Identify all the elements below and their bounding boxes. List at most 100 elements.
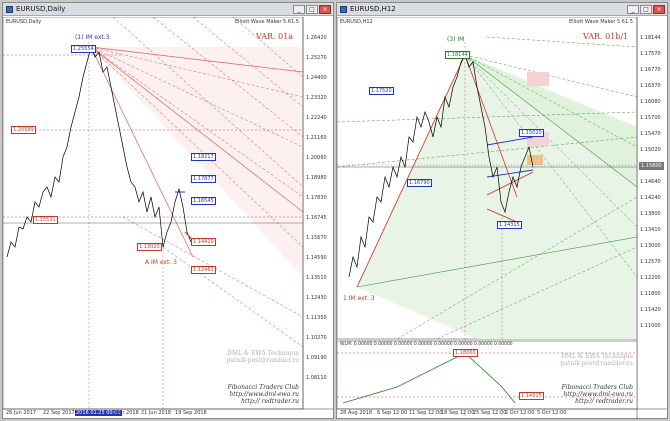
h12-wave-top-label: (3) IM [447, 36, 465, 43]
daily-window-titlebar[interactable]: EURUSD,Daily _ □ × [3, 3, 333, 16]
maximize-button[interactable]: □ [306, 5, 318, 14]
h12-y-tick: 1.16370 [640, 83, 661, 89]
daily-y-tick: 1.14590 [306, 255, 327, 261]
minimize-button[interactable]: _ [293, 5, 305, 14]
h12-y-tick: 1.12200 [640, 275, 661, 281]
daily-brand-line2: putnik-post@rambler.ru [226, 357, 299, 364]
daily-y-tick: 1.09190 [306, 355, 327, 361]
daily-x-tick: 19 Sep 2018 [175, 410, 207, 416]
h12-y-tick: 1.13410 [640, 227, 661, 233]
daily-price-box-left: 1.20599 [11, 126, 36, 134]
h12-x-tick: 11 Sep 12:00 [409, 410, 443, 416]
h12-y-tick: 1.14240 [640, 195, 661, 201]
daily-y-tick: 1.12430 [306, 295, 327, 301]
close-button[interactable]: × [319, 5, 331, 14]
h12-y-tick: 1.15470 [640, 131, 661, 137]
h12-x-tick: 6 Sep 12:00 [377, 410, 408, 416]
h12-y-tick: 1.14640 [640, 179, 661, 185]
chart-window-icon [340, 6, 347, 13]
daily-footer-text: Fibonacci Traders Club http://www.dml-ew… [193, 384, 299, 405]
daily-price-box-b1: 1.18217 [191, 153, 216, 161]
h12-x-tick: 28 Aug 2018 [340, 410, 373, 416]
daily-y-tick: 1.11350 [306, 315, 327, 321]
h12-x-tick: 2 Oct 12:00 [505, 410, 535, 416]
daily-y-tick: 1.20080 [306, 155, 327, 161]
h12-window-titlebar[interactable]: EURUSD,H12 _ □ × [337, 3, 667, 16]
h12-price-box-low: 1.14315 [497, 221, 522, 229]
h12-price-box-top: 1.18144 [445, 51, 470, 59]
daily-y-tick: 1.26420 [306, 35, 327, 41]
daily-variant-label: VAR. 01a [256, 32, 294, 41]
h12-y-tick: 1.11420 [640, 307, 661, 313]
h12-variant-label: VAR. 01b/1 [583, 32, 629, 41]
h12-y-tick: 1.15700 [640, 115, 661, 121]
daily-x-tick: 21 Jun 2018 [141, 410, 172, 416]
daily-y-tick: 1.18980 [306, 175, 327, 181]
h12-y-tick: 1.18144 [640, 35, 661, 41]
h12-chart-area[interactable]: EURUSD,H12 Elliott Wave Maker 5.61.5 VAR… [337, 17, 667, 419]
h12-brand-line1: DML & EWA Technique [561, 353, 633, 360]
daily-footer-line2: http://www.dml-ewa.ru [229, 391, 299, 398]
daily-y-tick: 1.22240 [306, 115, 327, 121]
h12-y-tick: 1.15020 [640, 147, 661, 153]
h12-y-tick: 1.12570 [640, 259, 661, 265]
daily-price-box-b5: 1.13020 [137, 243, 162, 251]
h12-x-tick: 25 Sep 12:00 [473, 410, 507, 416]
daily-indicator-label: Elliott Wave Maker 5.61.5 [235, 19, 299, 25]
h12-wave-bottom-label: 1 IM ext. 3 [343, 295, 375, 302]
h12-price-box-left2: 1.16790 [407, 179, 432, 187]
daily-y-tick: 1.16745 [306, 215, 327, 221]
h12-current-price-box: 1.15800 [639, 162, 664, 170]
daily-brand-text: DML & EWA Technique putnik-post@rambler.… [203, 350, 299, 364]
daily-y-tick: 1.08110 [306, 375, 327, 381]
daily-y-tick: 1.21160 [306, 135, 327, 141]
daily-wave-top-label: (1) IM ext.3 [75, 34, 110, 41]
daily-x-tick: Mar 2018 [115, 410, 139, 416]
daily-price-box-b4: 1.14410 [191, 238, 216, 246]
maximize-button[interactable]: □ [640, 5, 652, 14]
h12-sub-window-label: WLM: 0.00000 0.00000 0.00000 0.00000 0.0… [340, 342, 513, 347]
daily-y-tick: 1.17830 [306, 195, 327, 201]
h12-symbol-label: EURUSD,H12 [340, 19, 373, 25]
daily-chart-area[interactable]: EURUSD,Daily Elliott Wave Maker 5.61.5 V… [3, 17, 333, 418]
daily-price-box-b2: 1.17877 [191, 175, 216, 183]
daily-y-tick: 1.24400 [306, 75, 327, 81]
daily-chart-window[interactable]: EURUSD,Daily _ □ × EURUSD,Daily Elliott … [2, 2, 334, 419]
h12-chart-window[interactable]: EURUSD,H12 _ □ × EURUSD,H12 Elliott Wave… [336, 2, 668, 419]
h12-indicator-label: Elliott Wave Maker 5.61.5 [569, 19, 633, 25]
h12-y-tick: 1.17570 [640, 51, 661, 57]
daily-price-box-b6: 1.12463 [191, 266, 216, 274]
daily-price-box-b3: 1.16545 [191, 197, 216, 205]
h12-footer-line1: Fibonacci Traders Club [561, 384, 633, 391]
h12-y-tick: 1.11800 [640, 291, 661, 297]
h12-x-tick: 5 Oct 12:00 [537, 410, 567, 416]
h12-y-tick: 1.11000 [640, 323, 661, 329]
daily-y-tick: 1.23320 [306, 95, 327, 101]
daily-wave-bottom-label: A IM ext. 3 [145, 259, 177, 266]
h12-y-tick: 1.13000 [640, 243, 661, 249]
h12-window-title: EURUSD,H12 [350, 5, 396, 13]
daily-symbol-label: EURUSD,Daily [6, 19, 42, 25]
daily-x-tick: 22 Sep 2017 [43, 410, 75, 416]
daily-y-tick: 1.10270 [306, 335, 327, 341]
h12-brand-line2: putnik-post@rambler.ru [560, 360, 633, 367]
h12-footer-line2: http://www.dml-ewa.ru [563, 391, 633, 398]
h12-x-tick: 18 Sep 12:00 [441, 410, 475, 416]
close-button[interactable]: × [653, 5, 665, 14]
h12-y-tick: 1.13800 [640, 211, 661, 217]
h12-y-tick: 1.16770 [640, 67, 661, 73]
daily-x-tick: 26 Jun 2017 [6, 410, 37, 416]
h12-price-box-left1: 1.17520 [369, 87, 394, 95]
daily-footer-line3: http:// redtrader.ru [241, 398, 299, 405]
h12-footer-text: Fibonacci Traders Club http://www.dml-ew… [527, 384, 633, 405]
minimize-button[interactable]: _ [627, 5, 639, 14]
h12-sub-box-top: 1.18060 [453, 349, 478, 357]
daily-brand-line1: DML & EWA Technique [227, 350, 299, 357]
daily-window-title: EURUSD,Daily [16, 5, 66, 13]
h12-footer-line3: http:// redtrader.ru [575, 398, 633, 405]
daily-price-box-mid-left: 1.15531 [33, 216, 58, 224]
h12-y-tick: 1.16080 [640, 99, 661, 105]
h12-brand-text: DML & EWA Technique putnik-post@rambler.… [537, 353, 633, 367]
chart-window-icon [6, 6, 13, 13]
daily-footer-line1: Fibonacci Traders Club [227, 384, 299, 391]
